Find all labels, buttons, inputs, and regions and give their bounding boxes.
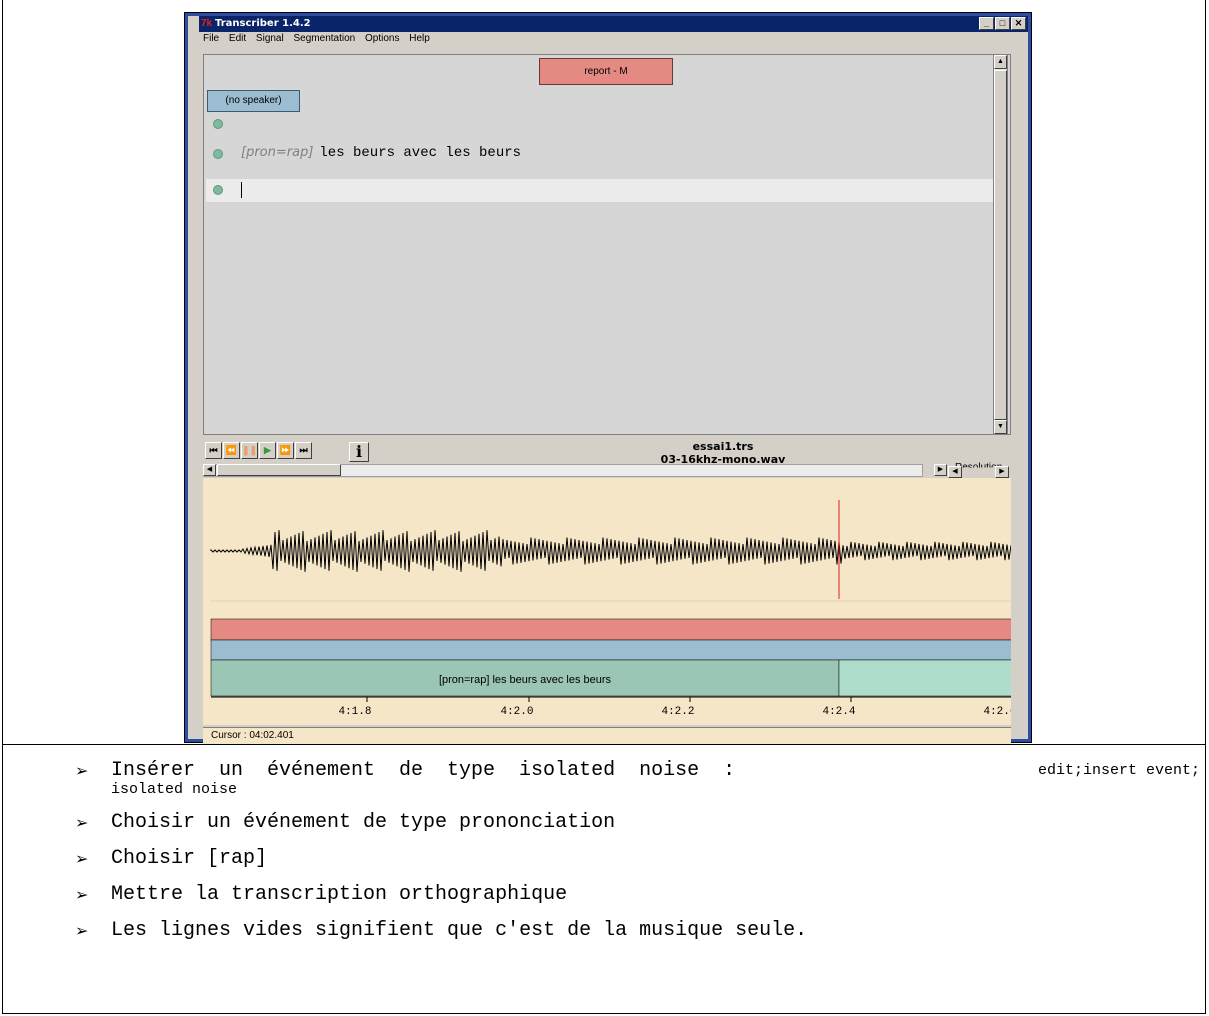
sync-point-icon[interactable] [213,185,223,195]
pause-icon[interactable]: ❚❚ [241,442,258,459]
waveform [210,530,1016,572]
arrow-bullet-icon: ➢ [75,849,89,868]
close-button[interactable]: ✕ [1011,17,1026,30]
title-bar: 7k Transcriber 1.4.2 _ □ ✕ [199,16,1028,32]
topic-track[interactable] [210,618,1017,641]
pronunciation-tag: [pron=rap] [241,145,314,160]
list-item: ➢ Choisir un événement de type prononcia… [75,812,1200,834]
waveform-panel[interactable]: [pron=rap] les beurs avec les beurs 4:1.… [203,478,1017,725]
play-icon[interactable]: ▶ [259,442,276,459]
menu-segmentation[interactable]: Segmentation [294,33,356,44]
time-tick-label: 4:2.2 [661,706,694,718]
signal-scrollbar[interactable]: ◀ ▶ Resolution ◀ ▶ [203,462,1011,478]
arrow-bullet-icon: ➢ [75,885,89,904]
scroll-right-icon[interactable]: ▶ [934,464,947,476]
item-code-cont: isolated noise [111,781,238,798]
item-text: Insérer un événement de type isolated no… [111,759,736,782]
segment-text: les beurs avec les beurs [319,145,522,161]
current-segment-row[interactable] [206,179,1007,202]
arrow-bullet-icon: ➢ [75,813,89,832]
sync-point-icon[interactable] [213,119,223,129]
item-text: Choisir un événement de type prononciati… [111,811,616,834]
menu-bar: File Edit Signal Segmentation Options He… [203,33,437,49]
segment-block-empty[interactable] [838,659,1017,697]
editor-scrollbar[interactable]: ▲ ▼ [993,54,1008,435]
text-caret [241,182,242,198]
waveform-svg: [pron=rap] les beurs avec les beurs 4:1.… [210,500,1017,718]
cursor-position: Cursor : 04:02.401 [211,730,294,741]
list-item: ➢ Choisir [rap] [75,848,1200,870]
transcriber-window: 7k Transcriber 1.4.2 _ □ ✕ File Edit Sig… [184,12,1032,744]
resolution-left-icon[interactable]: ◀ [948,466,962,478]
menu-help[interactable]: Help [409,33,430,44]
arrow-bullet-icon: ➢ [75,761,89,780]
time-tick-label: 4:2.0 [500,706,533,718]
scroll-down-icon[interactable]: ▼ [994,420,1007,434]
scroll-up-icon[interactable]: ▲ [994,55,1007,69]
time-tick-label: 4:1.8 [338,706,371,718]
item-text: Les lignes vides signifient que c'est de… [111,919,808,942]
menu-options[interactable]: Options [365,33,399,44]
time-tick-label: 4:2.4 [822,706,855,718]
segment-label: [pron=rap] les beurs avec les beurs [439,674,612,686]
file-info: essai1.trs 03-16khz-mono.wav [623,440,823,466]
transcription-editor[interactable]: report - M (no speaker) [pron=rap] les be… [203,54,1011,435]
playback-controls: ⏮ ⏪ ❚❚ ▶ ⏩ ⏭ i essai1.trs 03-16khz-mono.… [203,436,1011,466]
item-text: Mettre la transcription orthographique [111,883,568,906]
go-end-icon[interactable]: ⏭ [295,442,312,459]
menu-file[interactable]: File [203,33,219,44]
item-code: edit;insert event; [1037,762,1200,779]
list-item: ➢ Insérer un événement de type isolated … [75,760,1200,798]
signal-scroll-thumb[interactable] [217,464,341,476]
time-axis: 4:1.8 4:2.0 4:2.2 4:2.4 4:2.6 [338,697,1017,718]
menu-signal[interactable]: Signal [256,33,284,44]
minimize-button[interactable]: _ [979,17,994,30]
time-tick-label: 4:2.6 [983,706,1011,718]
tk-app-icon: 7k [201,18,213,29]
info-icon[interactable]: i [349,442,369,462]
go-start-icon[interactable]: ⏮ [205,442,222,459]
document-separator [2,744,1206,745]
instruction-list: ➢ Insérer un événement de type isolated … [75,760,1200,956]
rewind-icon[interactable]: ⏪ [223,442,240,459]
speaker-button[interactable]: (no speaker) [207,90,300,112]
item-text: Choisir [rap] [111,847,268,870]
topic-button[interactable]: report - M [539,58,673,85]
arrow-bullet-icon: ➢ [75,921,89,940]
speaker-track[interactable] [210,639,1017,661]
scroll-left-icon[interactable]: ◀ [203,464,216,476]
trs-filename: essai1.trs [692,440,754,453]
window-title: Transcriber 1.4.2 [215,18,311,29]
sync-point-icon[interactable] [213,149,223,159]
list-item: ➢ Les lignes vides signifient que c'est … [75,920,1200,942]
maximize-button[interactable]: □ [995,17,1010,30]
cursor-status: Cursor : 04:02.401 [203,727,1011,744]
fast-forward-icon[interactable]: ⏩ [277,442,294,459]
segment-text-line[interactable]: [pron=rap] les beurs avec les beurs [241,145,521,161]
menu-edit[interactable]: Edit [229,33,246,44]
scroll-thumb[interactable] [994,70,1007,420]
resolution-right-icon[interactable]: ▶ [995,466,1009,478]
list-item: ➢ Mettre la transcription orthographique [75,884,1200,906]
